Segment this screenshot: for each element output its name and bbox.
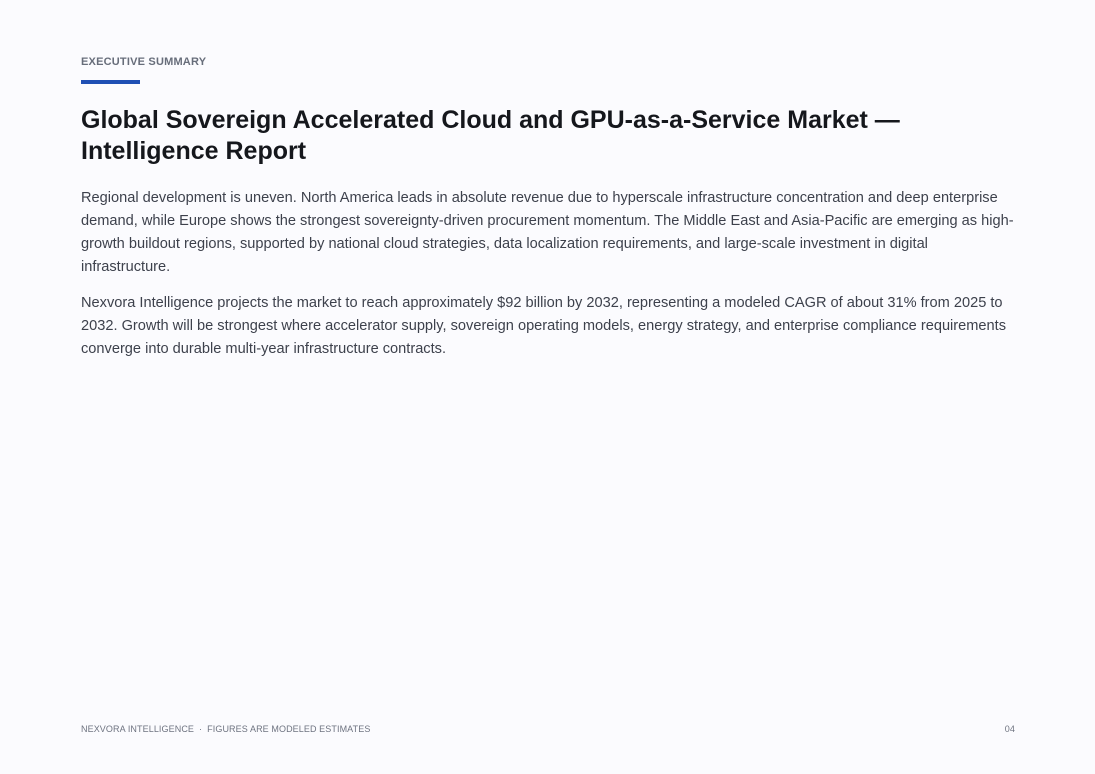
summary-paragraph-1: Regional development is uneven. North Am… (81, 190, 1014, 275)
footer-separator: · (199, 724, 203, 734)
report-page: EXECUTIVE SUMMARY Global Sovereign Accel… (81, 0, 1015, 774)
summary-body: Regional development is uneven. North Am… (81, 187, 1015, 374)
page-footer: NEXVORA INTELLIGENCE · FIGURES ARE MODEL… (81, 724, 1015, 734)
footer-note: FIGURES ARE MODELED ESTIMATES (207, 724, 371, 734)
page-number: 04 (1004, 724, 1015, 734)
accent-bar (81, 80, 140, 84)
section-label: EXECUTIVE SUMMARY (81, 56, 207, 68)
page-title: Global Sovereign Accelerated Cloud and G… (81, 106, 900, 165)
summary-paragraph-2: Nexvora Intelligence projects the market… (81, 295, 1007, 357)
footer-brand: NEXVORA INTELLIGENCE (81, 724, 195, 734)
footer-left: NEXVORA INTELLIGENCE · FIGURES ARE MODEL… (81, 724, 370, 734)
